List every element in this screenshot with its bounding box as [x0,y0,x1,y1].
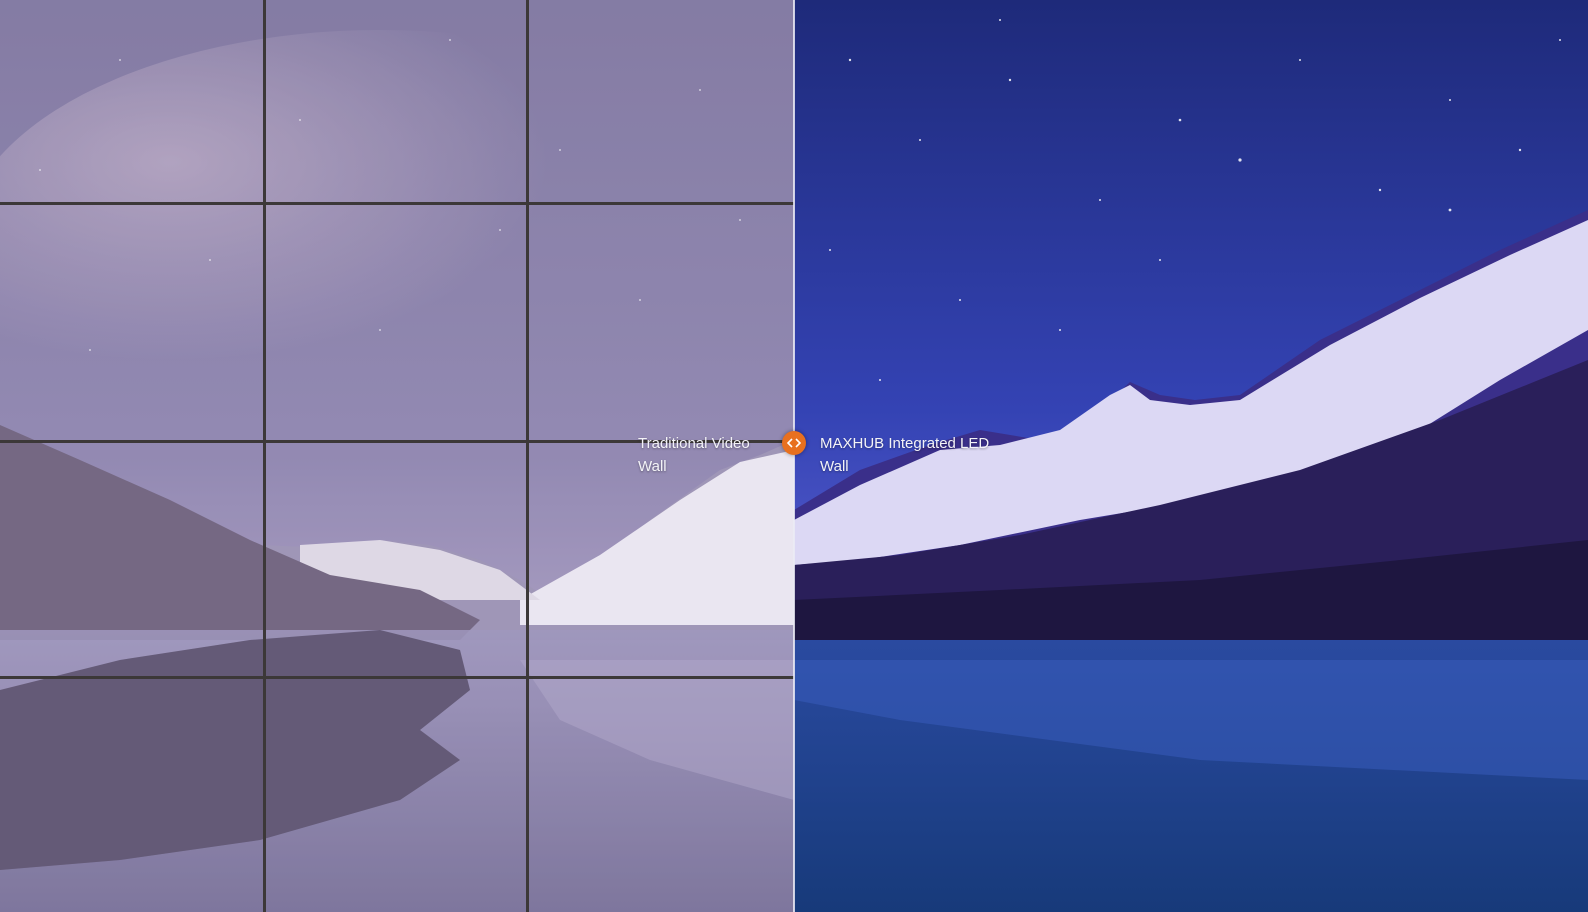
comparison-handle[interactable] [782,431,806,455]
left-right-arrows-icon [787,438,801,448]
maxhub-led-wall-label: MAXHUB Integrated LED Wall [820,435,990,475]
traditional-video-wall-label: Traditional Video Wall [638,435,750,475]
comparison-divider[interactable] [793,0,795,912]
comparison-slider[interactable]: Traditional Video Wall MAXHUB Integrated… [0,0,1588,912]
